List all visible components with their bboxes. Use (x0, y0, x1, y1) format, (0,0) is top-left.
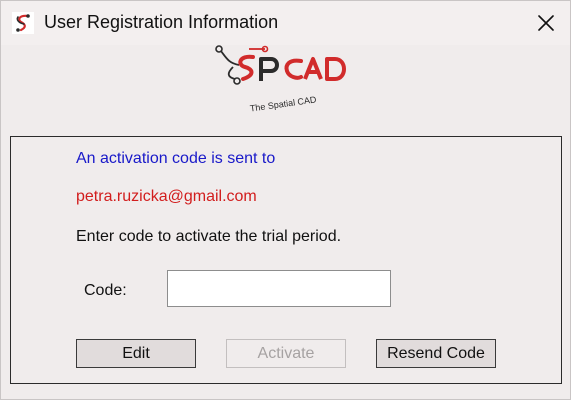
activation-panel: An activation code is sent to petra.ruzi… (10, 136, 562, 384)
resend-code-button[interactable]: Resend Code (376, 339, 496, 368)
code-input[interactable] (167, 270, 391, 307)
close-icon (538, 15, 554, 31)
spcad-app-icon (12, 12, 34, 34)
logo-tagline: The Spatial CAD (249, 94, 317, 113)
window-title: User Registration Information (44, 12, 279, 32)
spcad-logo: The Spatial CAD (215, 45, 346, 114)
registration-dialog: User Registration Information The Spatia… (0, 0, 571, 400)
activate-button[interactable]: Activate (226, 339, 346, 368)
email-address: petra.ruzicka@gmail.com (76, 188, 257, 205)
activation-info-text: An activation code is sent to (76, 150, 276, 167)
instruction-text: Enter code to activate the trial period. (76, 228, 342, 245)
code-label: Code: (84, 282, 127, 299)
title-bar: User Registration Information (1, 1, 570, 45)
edit-button[interactable]: Edit (76, 339, 196, 368)
close-button[interactable] (527, 7, 565, 39)
